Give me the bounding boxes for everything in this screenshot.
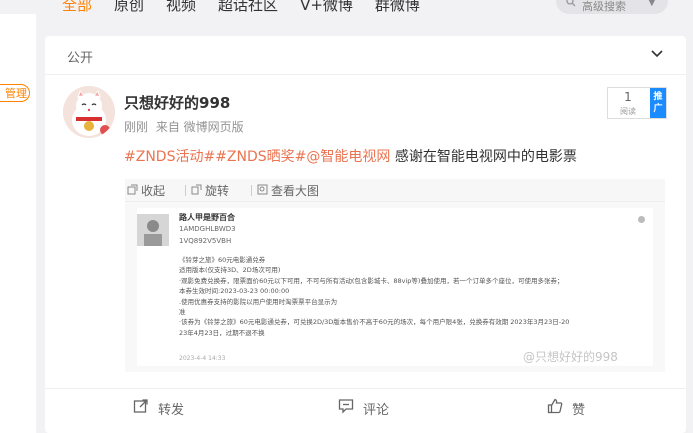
feed-tabs: 全部 原创 视频 超话社区 V+微博 群微博 [62, 0, 442, 14]
section-header: 公开 [45, 36, 686, 75]
coupon-line: 《铃芽之旅》60元电影通兑券 [179, 256, 266, 264]
post-card: 公开 只想好好的998 刚刚 来自 微博网页版 1 阅读 推广 #ZNDS活动#… [45, 36, 686, 433]
tab-original[interactable]: 原创 [114, 0, 144, 14]
search-icon [566, 0, 576, 10]
promote-button[interactable]: 推广 [650, 88, 666, 118]
coupon-line: .使用优惠券支持的影院以用户使用时淘票票平台显示为 [179, 297, 338, 306]
avatar[interactable] [63, 86, 115, 138]
coupon-line: 本券生效时间:2023-03-23 00:00:00 [179, 287, 290, 296]
comment-icon [338, 398, 354, 418]
coupon-line: 23年4月23日，过期不退不换 [179, 328, 265, 337]
comment-label: 评论 [363, 402, 390, 418]
coupon-line: ·观影免费兑换券，限票面价60元以下可用，不可与所有活动(包含影城卡、88vip… [179, 276, 564, 285]
tab-super-topic[interactable]: 超话社区 [218, 0, 278, 14]
left-sidebar: 管理 [0, 0, 36, 433]
collapse-button[interactable]: 收起 [127, 182, 165, 199]
like-button[interactable]: 赞 [547, 398, 585, 418]
post-image[interactable]: 路人甲是野百合 1AMDGHLBWD3 1VQ892V5VBH 《铃芽之旅》60… [125, 201, 665, 372]
search-placeholder: 高级搜索 [582, 0, 626, 13]
media-toolbar: 收起 旋转 查看大图 [125, 179, 665, 201]
coupon-line: 适用版本(仅支持3D、2D场次可用) [179, 266, 281, 275]
view-large-label: 查看大图 [271, 184, 320, 198]
collapse-icon [127, 184, 138, 198]
chevron-down-icon[interactable] [650, 46, 664, 65]
image-watermark: @只想好好的998 [523, 350, 618, 364]
repost-label: 转发 [158, 402, 185, 418]
collapse-label: 收起 [141, 184, 166, 198]
action-bar: 转发 评论 赞 [45, 388, 686, 423]
post-text: #ZNDS活动##ZNDS晒奖#@智能电视网 感谢在智能电视网中的电影票 [124, 146, 577, 166]
rotate-icon [191, 184, 202, 198]
read-count: 1 [624, 90, 632, 104]
post-time[interactable]: 刚刚 [124, 120, 148, 134]
coupon-date: 2023-4-4 14:33 [179, 355, 226, 362]
coupon-line: ·该券为《铃芽之旅》60元电影通兑券，可兑换2D/3D版本售价不高于60元的场次… [179, 318, 570, 327]
read-label: 阅读 [620, 107, 636, 116]
post-meta: 刚刚 来自 微博网页版 [124, 118, 248, 135]
coupon-details: 《铃芽之旅》60元电影通兑券 适用版本(仅支持3D、2D场次可用) ·观影免费兑… [179, 255, 649, 338]
promote-widget: 1 阅读 推广 [607, 87, 667, 119]
tab-vplus[interactable]: V+微博 [300, 0, 353, 14]
post-source: 来自 微博网页版 [155, 120, 244, 134]
repost-button[interactable]: 转发 [133, 398, 184, 418]
post-topics[interactable]: #ZNDS活动##ZNDS晒奖#@智能电视网 [124, 149, 390, 165]
coupon-id: 1VQ892V5VBH [179, 237, 232, 245]
coupon-line: 准 [179, 308, 186, 317]
coupon-id: 1AMDGHLBWD3 [179, 225, 236, 233]
thumbs-up-icon [547, 398, 563, 418]
coupon-username: 路人甲是野百合 [179, 213, 235, 222]
section-title: 公开 [67, 51, 94, 66]
rotate-button[interactable]: 旋转 [191, 182, 229, 199]
tab-group[interactable]: 群微博 [375, 0, 420, 14]
tab-all[interactable]: 全部 [62, 0, 92, 14]
toolbar-divider [251, 185, 252, 196]
advanced-search[interactable]: 高级搜索 ▼ [556, 0, 668, 14]
repost-icon [133, 398, 149, 418]
tab-video[interactable]: 视频 [166, 0, 196, 14]
dropdown-icon: ▼ [648, 0, 656, 8]
top-nav: 全部 原创 视频 超话社区 V+微博 群微博 高级搜索 ▼ [0, 0, 693, 14]
comment-button[interactable]: 评论 [338, 398, 389, 418]
coupon-avatar [137, 214, 169, 246]
view-large-button[interactable]: 查看大图 [257, 182, 319, 199]
info-icon [638, 216, 645, 223]
rotate-label: 旋转 [205, 184, 230, 198]
like-label: 赞 [572, 402, 586, 418]
post-body: 感谢在智能电视网中的电影票 [390, 149, 577, 165]
username[interactable]: 只想好好的998 [124, 92, 230, 113]
manage-tag[interactable]: 管理 [0, 84, 30, 102]
toolbar-divider [185, 185, 186, 196]
coupon-screenshot: 路人甲是野百合 1AMDGHLBWD3 1VQ892V5VBH 《铃芽之旅》60… [137, 208, 653, 366]
zoom-image-icon [257, 184, 268, 198]
